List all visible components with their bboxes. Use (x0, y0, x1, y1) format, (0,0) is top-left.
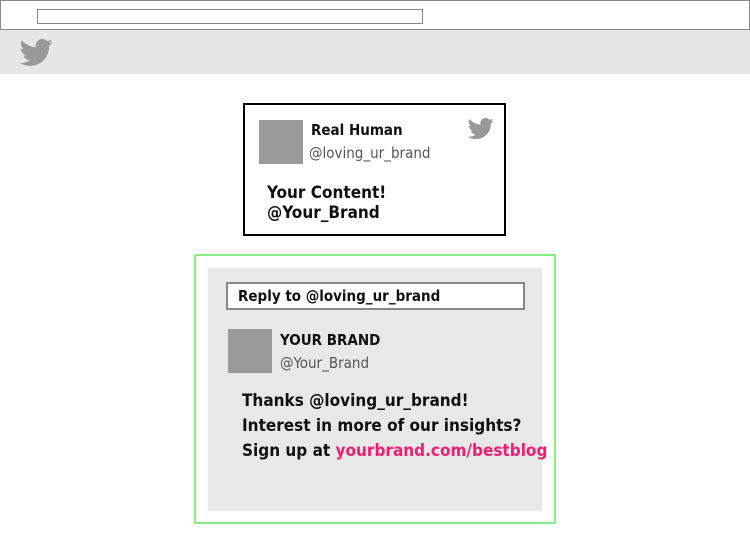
reply-highlight-frame: Reply to @loving_ur_brand YOUR BRAND @Yo… (194, 254, 556, 524)
browser-chrome (0, 0, 750, 30)
reply-line: Sign up at yourbrand.com/bestblog (242, 439, 547, 464)
reply-message: Thanks @loving_ur_brand! Interest in mor… (242, 389, 547, 464)
tweet-card: Real Human @loving_ur_brand Your Content… (243, 103, 506, 236)
reply-line: Thanks @loving_ur_brand! (242, 391, 469, 411)
reply-author-name[interactable]: YOUR BRAND (280, 331, 380, 349)
twitter-bird-icon[interactable] (19, 39, 54, 67)
tweet-content: Your Content! @Your_Brand (267, 183, 387, 223)
site-header (0, 30, 750, 74)
url-bar[interactable] (37, 9, 423, 24)
reply-author-handle[interactable]: @Your_Brand (280, 354, 369, 372)
avatar[interactable] (228, 329, 272, 373)
reply-panel: Reply to @loving_ur_brand YOUR BRAND @Yo… (208, 268, 547, 511)
tweet-author-name[interactable]: Real Human (311, 121, 403, 139)
avatar[interactable] (259, 120, 303, 164)
reply-line-prefix: Sign up at (242, 441, 336, 461)
signup-link[interactable]: yourbrand.com/bestblog (336, 441, 548, 461)
tweet-author-handle[interactable]: @loving_ur_brand (309, 144, 430, 162)
reply-input[interactable]: Reply to @loving_ur_brand (226, 282, 525, 310)
reply-line: Interest in more of our insights? (242, 416, 522, 436)
twitter-bird-icon (467, 118, 494, 140)
